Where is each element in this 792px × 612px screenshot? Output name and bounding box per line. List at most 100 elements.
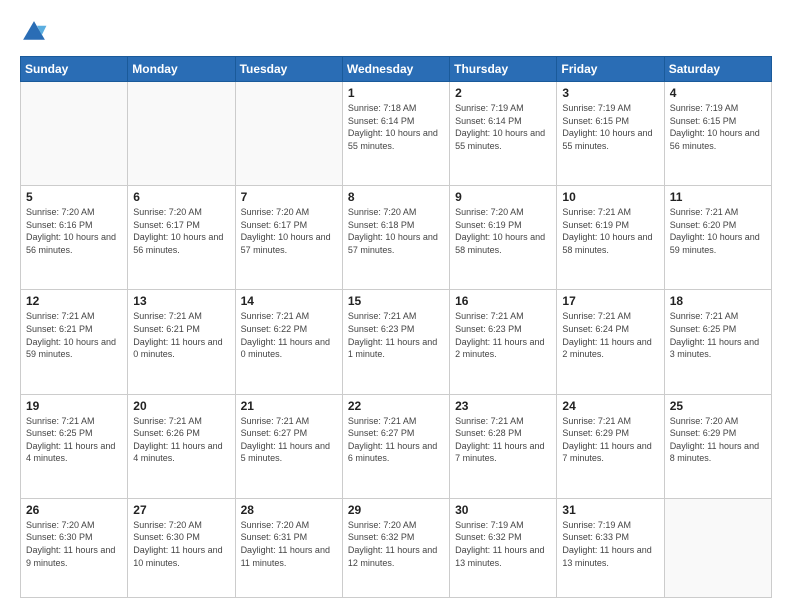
page: SundayMondayTuesdayWednesdayThursdayFrid…: [0, 0, 792, 612]
week-row-1: 1Sunrise: 7:18 AM Sunset: 6:14 PM Daylig…: [21, 82, 772, 186]
calendar-cell: 9Sunrise: 7:20 AM Sunset: 6:19 PM Daylig…: [450, 186, 557, 290]
weekday-friday: Friday: [557, 57, 664, 82]
calendar-cell: 8 Sunrise: 7:20 AM Sunset: 6:18 PM Daylig…: [342, 186, 449, 290]
calendar-cell: 21 Sunrise: 7:21 AM Sunset: 6:27 PM Dayli…: [235, 394, 342, 498]
day-info: Sunrise: 7:20 AM Sunset: 6:30 PM Dayligh…: [133, 519, 229, 569]
day-number: 31: [562, 503, 658, 517]
day-info: Sunrise: 7:21 AM Sunset: 6:28 PM Dayligh…: [455, 415, 551, 465]
header: [20, 18, 772, 46]
day-info: Sunrise: 7:21 AM Sunset: 6:26 PM Dayligh…: [133, 415, 229, 465]
calendar-cell: 28 Sunrise: 7:20 AM Sunset: 6:31 PM Dayli…: [235, 498, 342, 597]
day-number: 8: [348, 190, 444, 204]
day-info: Sunrise: 7:21 AM Sunset: 6:27 PM Dayligh…: [241, 415, 337, 465]
calendar-cell: 6Sunrise: 7:20 AM Sunset: 6:17 PM Daylig…: [128, 186, 235, 290]
calendar-cell: 11 Sunrise: 7:21 AM Sunset: 6:20 PM Dayli…: [664, 186, 771, 290]
calendar-cell: 23 Sunrise: 7:21 AM Sunset: 6:28 PM Dayli…: [450, 394, 557, 498]
calendar-cell: 5 Sunrise: 7:20 AM Sunset: 6:16 PM Daylig…: [21, 186, 128, 290]
day-number: 16: [455, 294, 551, 308]
day-number: 25: [670, 399, 766, 413]
day-number: 26: [26, 503, 122, 517]
day-info: Sunrise: 7:21 AM Sunset: 6:27 PM Dayligh…: [348, 415, 444, 465]
day-info: Sunrise: 7:21 AM Sunset: 6:20 PM Dayligh…: [670, 206, 766, 256]
calendar-cell: 4 Sunrise: 7:19 AM Sunset: 6:15 PM Daylig…: [664, 82, 771, 186]
weekday-thursday: Thursday: [450, 57, 557, 82]
day-number: 13: [133, 294, 229, 308]
calendar-cell: 31Sunrise: 7:19 AM Sunset: 6:33 PM Dayli…: [557, 498, 664, 597]
calendar-cell: 18 Sunrise: 7:21 AM Sunset: 6:25 PM Dayli…: [664, 290, 771, 394]
day-info: Sunrise: 7:19 AM Sunset: 6:14 PM Dayligh…: [455, 102, 551, 152]
day-info: Sunrise: 7:21 AM Sunset: 6:25 PM Dayligh…: [670, 310, 766, 360]
calendar-cell: 14 Sunrise: 7:21 AM Sunset: 6:22 PM Dayli…: [235, 290, 342, 394]
day-number: 11: [670, 190, 766, 204]
day-number: 19: [26, 399, 122, 413]
weekday-sunday: Sunday: [21, 57, 128, 82]
day-info: Sunrise: 7:21 AM Sunset: 6:22 PM Dayligh…: [241, 310, 337, 360]
calendar-cell: [128, 82, 235, 186]
day-info: Sunrise: 7:21 AM Sunset: 6:19 PM Dayligh…: [562, 206, 658, 256]
day-number: 21: [241, 399, 337, 413]
day-number: 4: [670, 86, 766, 100]
calendar-cell: 22 Sunrise: 7:21 AM Sunset: 6:27 PM Dayli…: [342, 394, 449, 498]
calendar-cell: 17 Sunrise: 7:21 AM Sunset: 6:24 PM Dayli…: [557, 290, 664, 394]
calendar-cell: 3 Sunrise: 7:19 AM Sunset: 6:15 PM Daylig…: [557, 82, 664, 186]
logo-icon: [20, 18, 48, 46]
day-info: Sunrise: 7:21 AM Sunset: 6:21 PM Dayligh…: [133, 310, 229, 360]
day-number: 3: [562, 86, 658, 100]
calendar-cell: 20Sunrise: 7:21 AM Sunset: 6:26 PM Dayli…: [128, 394, 235, 498]
calendar-cell: 12 Sunrise: 7:21 AM Sunset: 6:21 PM Dayli…: [21, 290, 128, 394]
day-number: 12: [26, 294, 122, 308]
week-row-2: 5 Sunrise: 7:20 AM Sunset: 6:16 PM Daylig…: [21, 186, 772, 290]
day-info: Sunrise: 7:20 AM Sunset: 6:17 PM Dayligh…: [133, 206, 229, 256]
calendar-cell: 13 Sunrise: 7:21 AM Sunset: 6:21 PM Dayli…: [128, 290, 235, 394]
day-info: Sunrise: 7:19 AM Sunset: 6:15 PM Dayligh…: [670, 102, 766, 152]
calendar-cell: 27 Sunrise: 7:20 AM Sunset: 6:30 PM Dayli…: [128, 498, 235, 597]
calendar-cell: 24Sunrise: 7:21 AM Sunset: 6:29 PM Dayli…: [557, 394, 664, 498]
day-number: 27: [133, 503, 229, 517]
weekday-saturday: Saturday: [664, 57, 771, 82]
day-info: Sunrise: 7:21 AM Sunset: 6:24 PM Dayligh…: [562, 310, 658, 360]
day-number: 15: [348, 294, 444, 308]
calendar-cell: 16 Sunrise: 7:21 AM Sunset: 6:23 PM Dayli…: [450, 290, 557, 394]
day-number: 2: [455, 86, 551, 100]
calendar-cell: 15 Sunrise: 7:21 AM Sunset: 6:23 PM Dayli…: [342, 290, 449, 394]
day-info: Sunrise: 7:21 AM Sunset: 6:23 PM Dayligh…: [348, 310, 444, 360]
calendar-cell: [664, 498, 771, 597]
calendar-cell: 10 Sunrise: 7:21 AM Sunset: 6:19 PM Dayli…: [557, 186, 664, 290]
day-number: 23: [455, 399, 551, 413]
calendar-cell: 26 Sunrise: 7:20 AM Sunset: 6:30 PM Dayli…: [21, 498, 128, 597]
day-info: Sunrise: 7:19 AM Sunset: 6:15 PM Dayligh…: [562, 102, 658, 152]
day-info: Sunrise: 7:21 AM Sunset: 6:25 PM Dayligh…: [26, 415, 122, 465]
day-number: 14: [241, 294, 337, 308]
weekday-header-row: SundayMondayTuesdayWednesdayThursdayFrid…: [21, 57, 772, 82]
calendar-cell: [235, 82, 342, 186]
day-info: Sunrise: 7:20 AM Sunset: 6:29 PM Dayligh…: [670, 415, 766, 465]
week-row-4: 19 Sunrise: 7:21 AM Sunset: 6:25 PM Dayli…: [21, 394, 772, 498]
calendar-cell: 19 Sunrise: 7:21 AM Sunset: 6:25 PM Dayli…: [21, 394, 128, 498]
day-info: Sunrise: 7:21 AM Sunset: 6:23 PM Dayligh…: [455, 310, 551, 360]
calendar-cell: 25 Sunrise: 7:20 AM Sunset: 6:29 PM Dayli…: [664, 394, 771, 498]
calendar-cell: 2 Sunrise: 7:19 AM Sunset: 6:14 PM Daylig…: [450, 82, 557, 186]
day-number: 17: [562, 294, 658, 308]
day-info: Sunrise: 7:20 AM Sunset: 6:32 PM Dayligh…: [348, 519, 444, 569]
weekday-monday: Monday: [128, 57, 235, 82]
weekday-wednesday: Wednesday: [342, 57, 449, 82]
day-info: Sunrise: 7:21 AM Sunset: 6:21 PM Dayligh…: [26, 310, 122, 360]
day-info: Sunrise: 7:20 AM Sunset: 6:16 PM Dayligh…: [26, 206, 122, 256]
day-info: Sunrise: 7:20 AM Sunset: 6:30 PM Dayligh…: [26, 519, 122, 569]
day-info: Sunrise: 7:20 AM Sunset: 6:19 PM Dayligh…: [455, 206, 551, 256]
calendar-table: SundayMondayTuesdayWednesdayThursdayFrid…: [20, 56, 772, 598]
day-info: Sunrise: 7:20 AM Sunset: 6:18 PM Dayligh…: [348, 206, 444, 256]
day-number: 18: [670, 294, 766, 308]
calendar-cell: 29Sunrise: 7:20 AM Sunset: 6:32 PM Dayli…: [342, 498, 449, 597]
day-info: Sunrise: 7:19 AM Sunset: 6:32 PM Dayligh…: [455, 519, 551, 569]
day-info: Sunrise: 7:20 AM Sunset: 6:31 PM Dayligh…: [241, 519, 337, 569]
day-info: Sunrise: 7:20 AM Sunset: 6:17 PM Dayligh…: [241, 206, 337, 256]
day-number: 10: [562, 190, 658, 204]
day-number: 22: [348, 399, 444, 413]
day-number: 1: [348, 86, 444, 100]
day-number: 30: [455, 503, 551, 517]
calendar-cell: 7Sunrise: 7:20 AM Sunset: 6:17 PM Daylig…: [235, 186, 342, 290]
day-info: Sunrise: 7:21 AM Sunset: 6:29 PM Dayligh…: [562, 415, 658, 465]
day-number: 5: [26, 190, 122, 204]
day-number: 28: [241, 503, 337, 517]
